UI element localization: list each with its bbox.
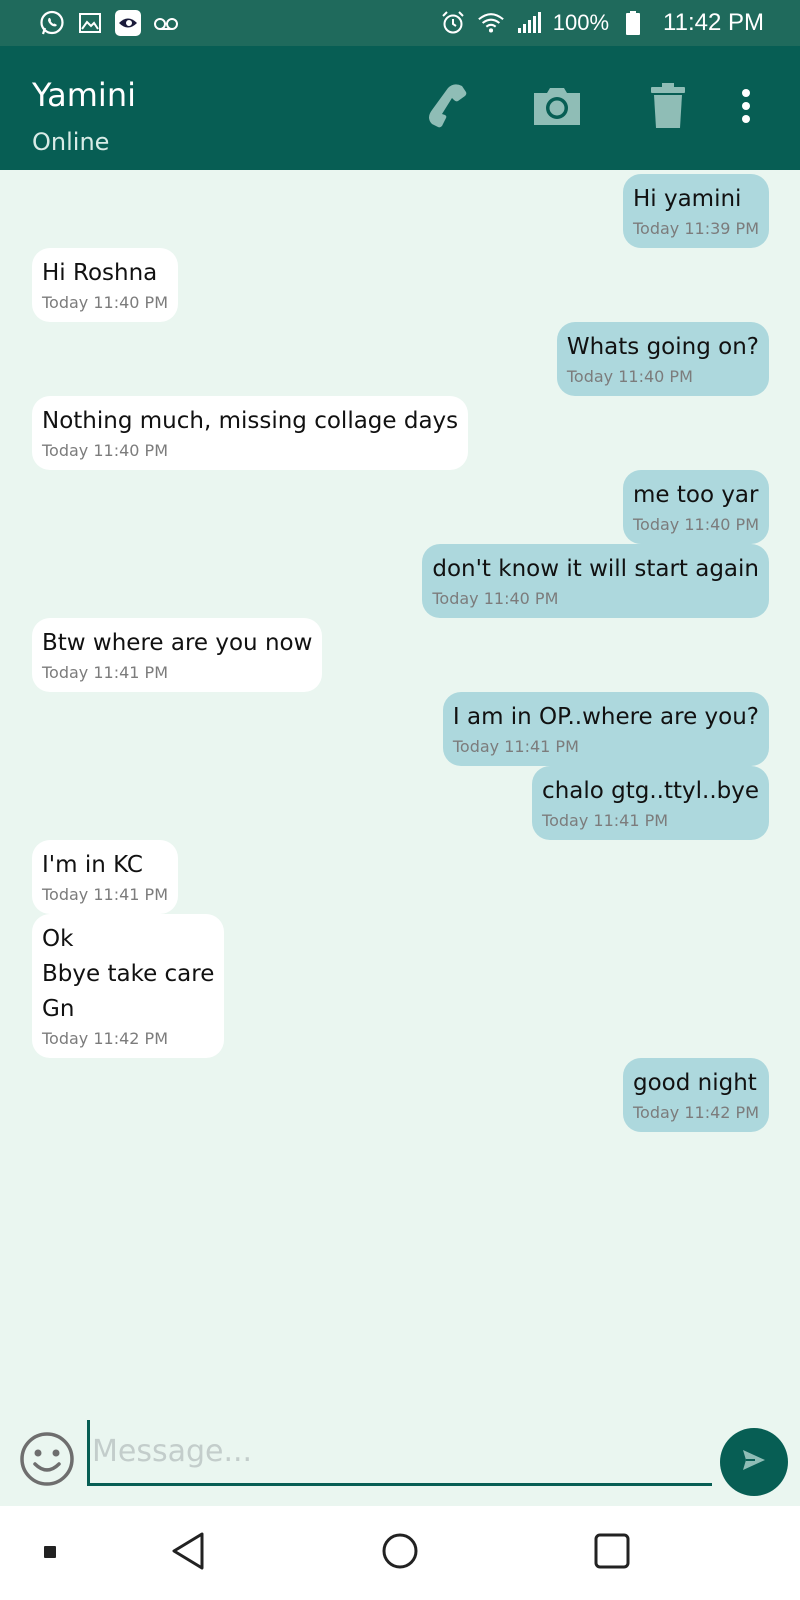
message-bubble-outgoing[interactable]: me too yar Today 11:40 PM — [622, 470, 769, 544]
message-time: Today 11:39 PM — [632, 219, 759, 238]
more-options-button[interactable] — [716, 46, 776, 170]
message-bubble-incoming[interactable]: Nothing much, missing collage days Today… — [32, 396, 469, 470]
message-time: Today 11:41 PM — [452, 737, 579, 756]
whatsapp-icon — [38, 9, 66, 37]
voicemail-icon — [152, 9, 180, 37]
recents-square-icon — [593, 1532, 631, 1574]
message-bubble-outgoing[interactable]: chalo gtg..ttyl..bye Today 11:41 PM — [532, 766, 769, 840]
message-bubble-outgoing[interactable]: Hi yamini Today 11:39 PM — [622, 174, 769, 248]
square-dot-icon — [43, 1544, 57, 1563]
phone-icon — [422, 80, 474, 136]
message-time: Today 11:40 PM — [632, 515, 759, 534]
more-vert-icon — [740, 88, 752, 128]
battery-icon — [619, 9, 647, 37]
nav-dot-button[interactable] — [10, 1506, 90, 1600]
message-bubble-incoming[interactable]: Hi Roshna Today 11:40 PM — [32, 248, 179, 322]
message-bubble-incoming[interactable]: I'm in KC Today 11:41 PM — [32, 840, 179, 914]
image-icon — [76, 9, 104, 37]
call-button[interactable] — [408, 46, 488, 170]
message-time: Today 11:41 PM — [42, 885, 169, 904]
send-icon — [741, 1448, 767, 1476]
status-bar-system: 100% 11:42 PM — [439, 9, 764, 37]
message-text: Hi Roshna — [42, 260, 158, 286]
message-text: Nothing much, missing collage days — [42, 408, 459, 434]
message-text: Btw where are you now — [42, 630, 313, 656]
composer-bar — [0, 1410, 800, 1506]
message-bubble-outgoing[interactable]: I am in OP..where are you? Today 11:41 P… — [442, 692, 769, 766]
message-time: Today 11:40 PM — [42, 441, 169, 460]
message-bubble-incoming[interactable]: Ok Bbye take care Gn Today 11:42 PM — [32, 914, 225, 1058]
chat-header: Yamini Online — [0, 46, 800, 170]
message-time: Today 11:40 PM — [566, 367, 693, 386]
message-list[interactable]: Hi yamini Today 11:39 PM Hi Roshna Today… — [0, 170, 800, 1410]
message-bubble-incoming[interactable]: Btw where are you now Today 11:41 PM — [32, 618, 323, 692]
message-bubble-outgoing[interactable]: Whats going on? Today 11:40 PM — [556, 322, 769, 396]
message-text: me too yar — [632, 482, 759, 508]
message-time: Today 11:41 PM — [542, 811, 669, 830]
status-bar-time: 11:42 PM — [663, 9, 764, 36]
back-button[interactable] — [148, 1506, 228, 1600]
back-triangle-icon — [170, 1531, 206, 1575]
app-icon — [114, 9, 142, 37]
message-text: chalo gtg..ttyl..bye — [542, 778, 759, 804]
contact-status: Online — [32, 128, 110, 156]
system-nav-bar — [0, 1506, 800, 1600]
message-time: Today 11:40 PM — [432, 589, 559, 608]
message-text: Hi yamini — [632, 186, 742, 212]
emoji-icon — [18, 1432, 76, 1492]
message-time: Today 11:40 PM — [42, 293, 169, 312]
message-text: Whats going on? — [566, 334, 759, 360]
delete-button[interactable] — [628, 46, 708, 170]
recents-button[interactable] — [572, 1506, 652, 1600]
alarm-icon — [439, 9, 467, 37]
trash-icon — [650, 82, 686, 134]
message-input[interactable] — [87, 1420, 712, 1486]
message-text: I am in OP..where are you? — [452, 704, 759, 730]
message-time: Today 11:41 PM — [42, 663, 169, 682]
message-bubble-outgoing[interactable]: don't know it will start again Today 11:… — [422, 544, 769, 618]
camera-icon — [532, 85, 582, 131]
message-text: I'm in KC — [42, 852, 143, 878]
message-bubble-outgoing[interactable]: good night Today 11:42 PM — [622, 1058, 769, 1132]
status-bar-notifications — [38, 9, 180, 37]
message-text: Ok Bbye take care Gn — [42, 926, 215, 1022]
wifi-icon — [477, 9, 505, 37]
status-bar: 100% 11:42 PM — [0, 0, 800, 46]
home-button[interactable] — [360, 1506, 440, 1600]
emoji-button[interactable] — [18, 1430, 76, 1488]
message-text: don't know it will start again — [432, 556, 759, 582]
contact-name[interactable]: Yamini — [32, 76, 136, 114]
signal-icon — [515, 9, 543, 37]
message-time: Today 11:42 PM — [42, 1029, 169, 1048]
message-time: Today 11:42 PM — [632, 1103, 759, 1122]
send-button[interactable] — [720, 1428, 788, 1496]
message-text: good night — [632, 1070, 757, 1096]
camera-button[interactable] — [517, 46, 597, 170]
home-circle-icon — [381, 1532, 419, 1574]
battery-percent: 100% — [552, 10, 610, 35]
